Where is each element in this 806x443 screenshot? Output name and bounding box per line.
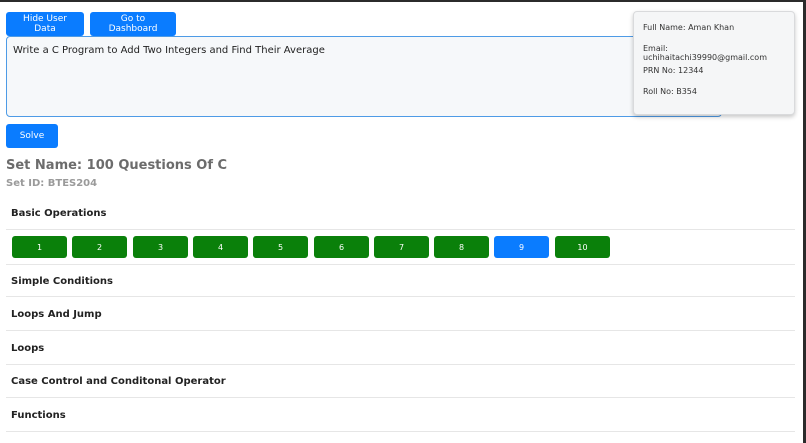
go-to-dashboard-button[interactable]: Go to Dashboard: [90, 12, 176, 36]
section-case-control[interactable]: Case Control and Conditonal Operator: [6, 365, 795, 398]
question-button-1[interactable]: 1: [12, 236, 67, 258]
section-title: Loops: [11, 343, 45, 354]
solve-button[interactable]: Solve: [6, 124, 58, 148]
question-button-4[interactable]: 4: [193, 236, 248, 258]
section-title: Basic Operations: [11, 208, 107, 219]
set-id: Set ID: BTES204: [6, 178, 98, 189]
section-title: Loops And Jump: [11, 309, 102, 320]
section-loops[interactable]: Loops: [6, 331, 795, 365]
user-roll: Roll No: B354: [643, 87, 697, 96]
window-top-border: [0, 0, 806, 2]
section-title: Simple Conditions: [11, 276, 113, 287]
question-button-5[interactable]: 5: [253, 236, 308, 258]
user-info-card: Full Name: Aman Khan Email: uchihaitachi…: [633, 11, 795, 115]
section-functions[interactable]: Functions: [6, 398, 795, 432]
question-button-2[interactable]: 2: [72, 236, 127, 258]
question-button-7[interactable]: 7: [374, 236, 429, 258]
question-button-9[interactable]: 9: [494, 236, 549, 258]
section-title: Case Control and Conditonal Operator: [11, 376, 226, 387]
question-button-3[interactable]: 3: [133, 236, 188, 258]
hide-user-data-button[interactable]: Hide User Data: [6, 12, 84, 36]
section-loops-and-jump[interactable]: Loops And Jump: [6, 297, 795, 331]
user-email: Email: uchihaitachi39990@gmail.com: [643, 44, 767, 62]
question-button-10[interactable]: 10: [555, 236, 610, 258]
set-name: Set Name: 100 Questions Of C: [6, 158, 228, 173]
user-full-name: Full Name: Aman Khan: [643, 23, 735, 32]
question-textarea[interactable]: Write a C Program to Add Two Integers an…: [6, 36, 722, 117]
section-basic-operations[interactable]: Basic Operations: [6, 202, 795, 230]
question-button-8[interactable]: 8: [434, 236, 489, 258]
section-simple-conditions[interactable]: Simple Conditions: [6, 264, 795, 297]
question-button-6[interactable]: 6: [314, 236, 369, 258]
user-prn: PRN No: 12344: [643, 66, 704, 75]
section-title: Functions: [11, 410, 66, 421]
question-text: Write a C Program to Add Two Integers an…: [13, 45, 325, 56]
